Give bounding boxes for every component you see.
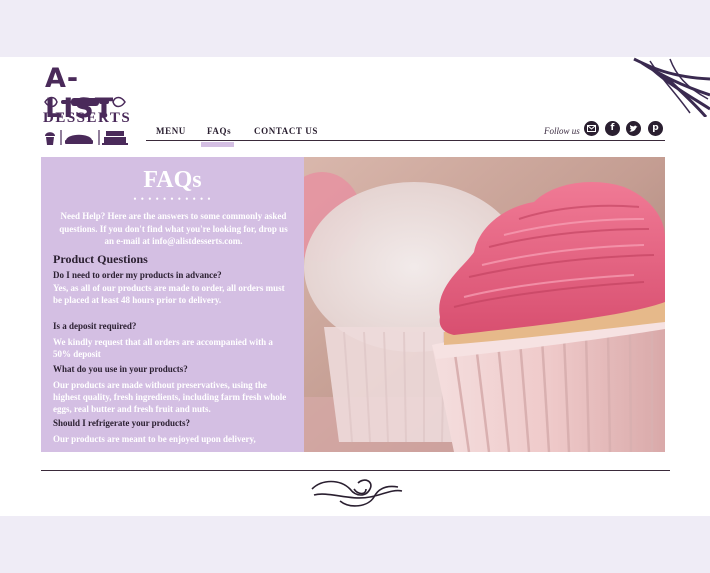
twitter-icon[interactable] (626, 121, 641, 136)
faq-intro: Need Help? Here are the answers to some … (59, 211, 288, 246)
flourish-ornament (311, 479, 403, 507)
section-heading: Product Questions (53, 252, 148, 266)
nav-menu[interactable]: MENU (156, 126, 186, 136)
dessert-icons (45, 130, 128, 145)
footer-divider (41, 470, 670, 471)
rolling-pin-icon (44, 96, 126, 108)
faq-question: What do you use in your products? (53, 364, 188, 374)
brand-logo[interactable]: A-LIST DESSERTS (41, 64, 132, 145)
page-title: FAQs (143, 167, 202, 193)
logo-subtitle: DESSERTS (43, 110, 132, 126)
cupcake-photo (304, 157, 665, 452)
facebook-icon[interactable]: f (605, 121, 620, 136)
pinterest-icon[interactable]: p (648, 121, 663, 136)
faq-answer: We kindly request that all orders are ac… (53, 337, 273, 360)
mail-icon[interactable] (584, 121, 599, 136)
faq-answer: Our products are meant to be enjoyed upo… (53, 434, 256, 444)
faq-question: Should I refrigerate your products? (53, 418, 191, 428)
page: A-LIST DESSERTS MENU FAQs CONTACT US Fol… (0, 57, 710, 516)
pie-icon (65, 134, 93, 144)
faq-question: Is a deposit required? (53, 321, 137, 331)
nav-active-indicator (201, 142, 234, 147)
cupcake-icon (45, 132, 55, 145)
title-divider: • • • • • • • • • • • (133, 194, 212, 204)
nav-faqs[interactable]: FAQs (207, 126, 231, 136)
nav-contact-us[interactable]: CONTACT US (254, 126, 318, 136)
main-nav: MENU FAQs CONTACT US Follow us f p (146, 119, 665, 147)
faq-question: Do I need to order my products in advanc… (53, 270, 222, 280)
follow-us-label: Follow us (544, 126, 580, 136)
faq-answer: Yes, as all of our products are made to … (53, 283, 285, 306)
faq-panel: FAQs • • • • • • • • • • • Need Help? He… (41, 157, 304, 452)
faq-answer: Our products are made without preservati… (53, 380, 287, 415)
corner-ornament (633, 57, 710, 117)
cake-icon (102, 131, 128, 145)
